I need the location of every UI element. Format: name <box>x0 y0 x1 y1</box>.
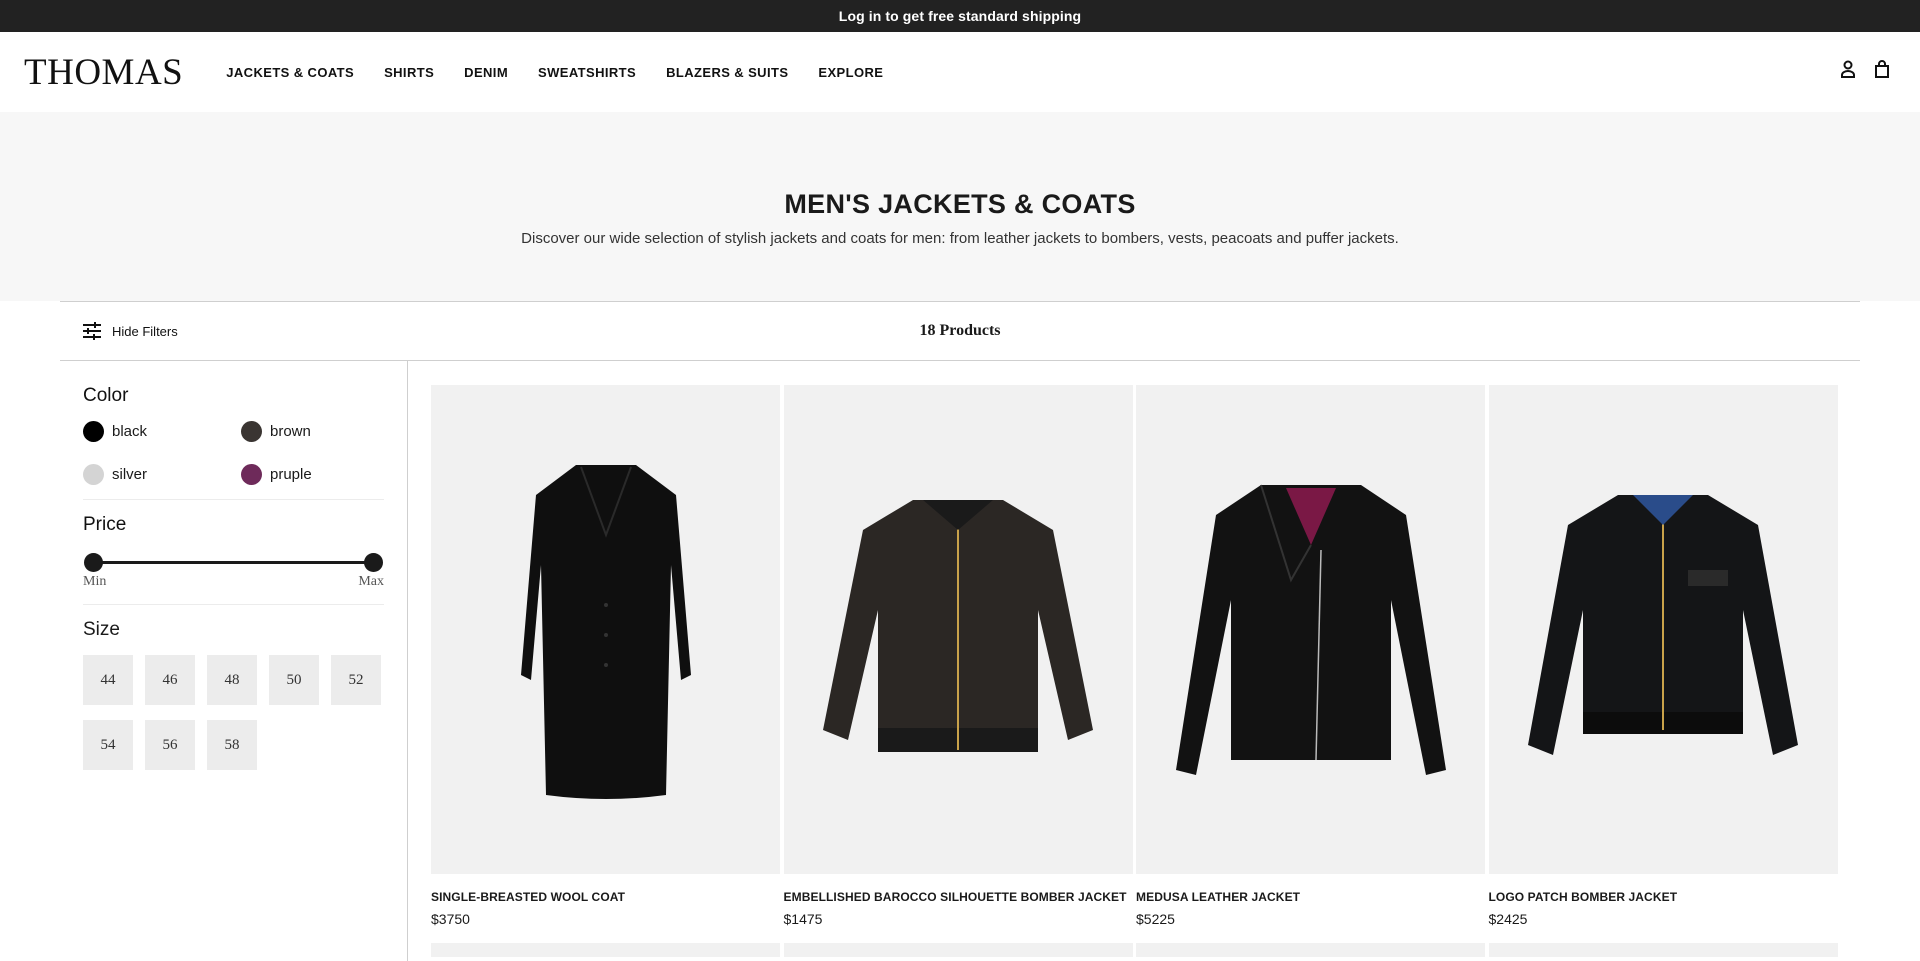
size-option[interactable]: 48 <box>207 655 257 705</box>
product-card[interactable] <box>431 927 780 957</box>
product-image[interactable] <box>431 943 780 957</box>
shopping-bag-icon[interactable] <box>1874 60 1890 80</box>
color-option-purple[interactable]: pruple <box>241 464 381 485</box>
color-option-brown[interactable]: brown <box>241 421 381 442</box>
product-price: $3750 <box>431 911 470 927</box>
color-label: brown <box>270 423 311 440</box>
page-description: Discover our wide selection of stylish j… <box>521 229 1399 247</box>
site-header: THOMAS JACKETS & COATS SHIRTS DENIM SWEA… <box>0 32 1920 112</box>
size-option[interactable]: 44 <box>83 655 133 705</box>
product-image[interactable] <box>783 943 1133 957</box>
product-price: $5225 <box>1136 911 1175 927</box>
size-option[interactable]: 46 <box>145 655 195 705</box>
page-title: MEN'S JACKETS & COATS <box>784 188 1136 219</box>
listing-toolbar: Hide Filters 18 Products <box>60 301 1860 361</box>
product-name[interactable]: MEDUSA LEATHER JACKET <box>1136 890 1485 904</box>
color-swatch <box>83 421 104 442</box>
size-option[interactable]: 56 <box>145 720 195 770</box>
product-name[interactable]: LOGO PATCH BOMBER JACKET <box>1489 890 1838 904</box>
color-label: pruple <box>270 466 312 483</box>
coat-image <box>520 464 691 799</box>
size-option[interactable]: 54 <box>83 720 133 770</box>
product-image[interactable] <box>783 385 1133 874</box>
product-card[interactable]: LOGO PATCH BOMBER JACKET $2425 <box>1488 385 1838 927</box>
filters-sidebar: Color black brown silver pruple Price Mi… <box>60 361 408 961</box>
size-option[interactable]: 52 <box>331 655 381 705</box>
product-count: 18 Products <box>919 322 1001 339</box>
product-price: $2425 <box>1488 911 1528 927</box>
nav-sweatshirts[interactable]: SWEATSHIRTS <box>538 65 636 80</box>
product-card[interactable] <box>783 927 1133 957</box>
size-filter: Size 44 46 48 50 52 54 56 58 <box>83 619 384 770</box>
product-card[interactable]: EMBELLISHED BAROCCO SILHOUETTE BOMBER JA… <box>783 385 1133 927</box>
product-card[interactable] <box>1488 927 1838 957</box>
price-min-handle[interactable] <box>84 553 103 572</box>
price-track <box>92 561 375 564</box>
price-range-slider[interactable] <box>84 550 383 578</box>
price-filter: Price Min Max <box>83 514 384 605</box>
bomber-jacket-image <box>823 499 1093 752</box>
announcement-text[interactable]: Log in to get free standard shipping <box>839 8 1081 24</box>
header-icons <box>1840 60 1890 80</box>
size-option[interactable]: 50 <box>269 655 319 705</box>
price-filter-title: Price <box>83 514 127 535</box>
price-max-handle[interactable] <box>364 553 383 572</box>
color-label: silver <box>112 466 148 483</box>
logo-bomber-image <box>1528 494 1798 755</box>
color-swatch <box>83 464 104 485</box>
size-filter-title: Size <box>83 619 120 640</box>
color-filter-title: Color <box>83 385 129 406</box>
color-swatch <box>241 421 262 442</box>
product-grid: SINGLE-BREASTED WOOL COAT $3750 EMBELLIS… <box>431 385 1860 927</box>
product-image[interactable] <box>1136 385 1485 874</box>
main-nav: JACKETS & COATS SHIRTS DENIM SWEATSHIRTS… <box>226 65 883 80</box>
product-name[interactable]: EMBELLISHED BAROCCO SILHOUETTE BOMBER JA… <box>784 890 1133 904</box>
nav-explore[interactable]: EXPLORE <box>818 65 883 80</box>
color-swatch <box>241 464 262 485</box>
size-option[interactable]: 58 <box>207 720 257 770</box>
product-card[interactable] <box>1136 927 1485 957</box>
color-option-black[interactable]: black <box>83 421 241 442</box>
listing-main: Color black brown silver pruple Price Mi… <box>60 361 1860 961</box>
nav-denim[interactable]: DENIM <box>464 65 508 80</box>
hide-filters-label: Hide Filters <box>112 323 178 339</box>
nav-shirts[interactable]: SHIRTS <box>384 65 434 80</box>
nav-blazers-suits[interactable]: BLAZERS & SUITS <box>666 65 788 80</box>
product-card[interactable]: SINGLE-BREASTED WOOL COAT $3750 <box>431 385 780 927</box>
color-label: black <box>112 423 148 440</box>
category-hero: MEN'S JACKETS & COATS Discover our wide … <box>0 112 1920 301</box>
color-option-silver[interactable]: silver <box>83 464 241 485</box>
product-image[interactable] <box>1136 943 1485 957</box>
leather-jacket-image <box>1175 484 1446 775</box>
product-grid-section: SINGLE-BREASTED WOOL COAT $3750 EMBELLIS… <box>408 361 1860 961</box>
product-image[interactable] <box>1488 943 1838 957</box>
product-image[interactable] <box>431 385 780 874</box>
announcement-bar: Log in to get free standard shipping <box>0 0 1920 32</box>
product-name[interactable]: SINGLE-BREASTED WOOL COAT <box>431 890 780 904</box>
account-icon[interactable] <box>1840 60 1856 80</box>
filter-sliders-icon <box>83 322 101 340</box>
product-card[interactable]: MEDUSA LEATHER JACKET $5225 <box>1136 385 1485 927</box>
product-price: $1475 <box>783 911 823 927</box>
brand-logo[interactable]: THOMAS <box>24 54 183 91</box>
hide-filters-button[interactable]: Hide Filters <box>82 322 178 340</box>
product-image[interactable] <box>1488 385 1838 874</box>
color-filter: Color black brown silver pruple <box>83 385 384 500</box>
nav-jackets-coats[interactable]: JACKETS & COATS <box>226 65 354 80</box>
product-grid-next-row <box>431 927 1860 957</box>
